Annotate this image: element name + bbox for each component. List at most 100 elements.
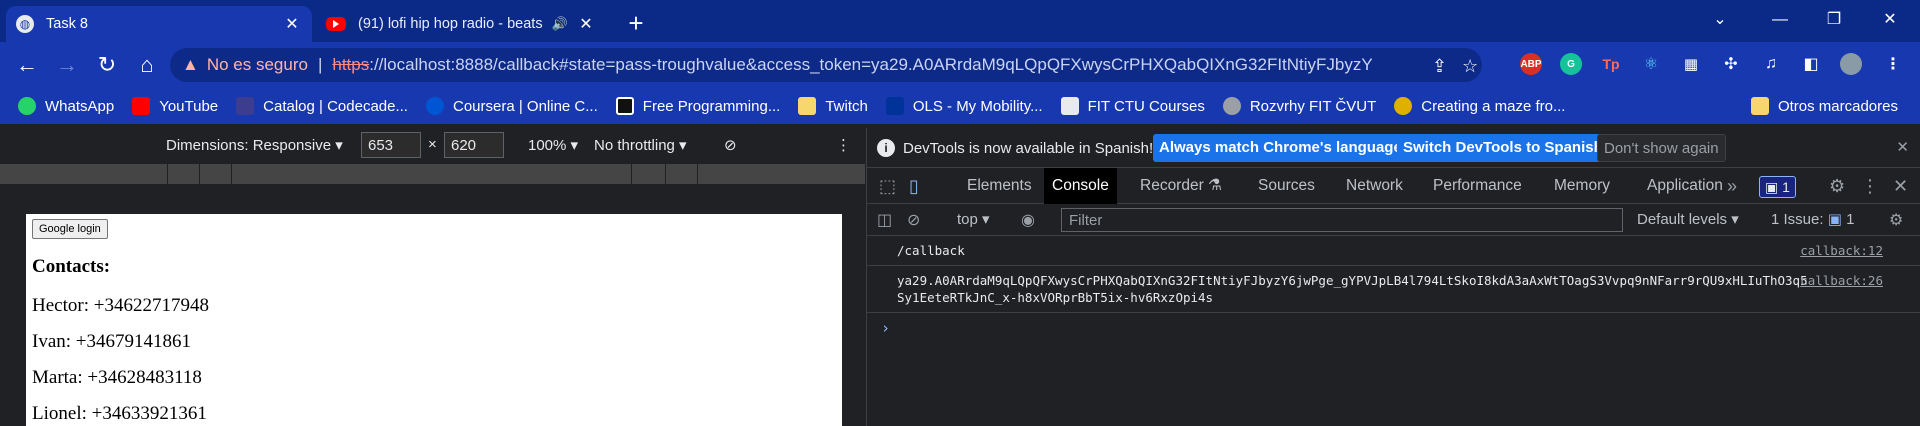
console-toolbar: ◫ ⊘ top ▾ ◉ Filter Default levels ▾ 1 Is… xyxy=(867,204,1920,236)
browser-tab-task8[interactable]: ◍ Task 8 ✕ xyxy=(6,6,312,42)
forward-button[interactable]: → xyxy=(52,50,82,80)
log-levels-dropdown[interactable]: Default levels ▾ xyxy=(1637,210,1739,228)
zoom-dropdown[interactable]: 100% ▾ xyxy=(528,136,578,154)
home-button[interactable]: ⌂ xyxy=(132,50,162,80)
tp-extension-icon[interactable]: Tp xyxy=(1600,53,1622,75)
profile-avatar[interactable] xyxy=(1840,53,1862,75)
maze-site-icon xyxy=(1394,97,1413,115)
bookmark-other[interactable]: Otros marcadores xyxy=(1750,88,1898,124)
clear-console-icon[interactable]: ⊘ xyxy=(907,210,920,230)
console-prompt[interactable]: › xyxy=(867,313,1920,343)
url-scheme: https xyxy=(332,55,370,74)
switch-to-spanish-button[interactable]: Switch DevTools to Spanish xyxy=(1397,134,1609,162)
settings-gear-icon[interactable]: ⚙ xyxy=(1829,176,1845,197)
tab-performance[interactable]: Performance xyxy=(1425,168,1530,204)
new-tab-button[interactable]: + xyxy=(620,8,652,40)
bookmark-star-icon[interactable]: ☆ xyxy=(1462,56,1478,77)
more-options-icon[interactable]: ⋮ xyxy=(836,136,851,154)
contact-item: Hector: +34622717948 xyxy=(32,295,209,316)
width-input[interactable]: 653 xyxy=(361,132,421,158)
contact-item: Lionel: +34633921361 xyxy=(32,403,207,424)
back-button[interactable]: ← xyxy=(12,50,42,80)
context-dropdown[interactable]: top ▾ xyxy=(957,210,990,228)
address-bar[interactable]: ▲ No es seguro | https://localhost:8888/… xyxy=(170,48,1482,82)
devtools-menu-icon[interactable]: ⋮ xyxy=(1861,176,1879,197)
reload-button[interactable]: ↻ xyxy=(92,50,122,80)
share-icon[interactable]: ⇪ xyxy=(1432,56,1447,77)
close-icon[interactable]: ✕ xyxy=(282,14,302,34)
bookmark-youtube[interactable]: YouTube xyxy=(132,97,218,115)
contact-item: Marta: +34628483118 xyxy=(32,367,202,388)
extensions-puzzle-icon[interactable]: ✣ xyxy=(1720,53,1742,75)
messages-badge[interactable]: ▣ 1 xyxy=(1759,176,1796,198)
browser-tab-lofi[interactable]: (91) lofi hip hop radio - beats 🔊 ✕ xyxy=(316,6,606,42)
google-login-button[interactable]: Google login xyxy=(32,219,108,239)
restore-button[interactable]: ❐ xyxy=(1806,0,1862,40)
bookmark-twitch[interactable]: Twitch xyxy=(798,97,868,115)
bookmark-fit-ctu[interactable]: FIT CTU Courses xyxy=(1060,97,1205,115)
close-icon[interactable]: ✕ xyxy=(1896,138,1909,156)
minimize-button[interactable]: — xyxy=(1752,0,1808,40)
speaker-icon[interactable]: 🔊 xyxy=(552,16,568,32)
warning-icon[interactable]: ▲ xyxy=(182,55,199,75)
book-icon xyxy=(1060,97,1079,115)
source-link[interactable]: callback:26 xyxy=(1800,272,1883,289)
tab-application[interactable]: Application xyxy=(1639,168,1731,204)
bookmark-ols[interactable]: OLS - My Mobility... xyxy=(885,97,1043,115)
infobar-message: DevTools is now available in Spanish! xyxy=(903,140,1154,157)
source-link[interactable]: callback:12 xyxy=(1800,242,1883,259)
tab-sources[interactable]: Sources xyxy=(1250,168,1323,204)
language-infobar: i DevTools is now available in Spanish! … xyxy=(867,128,1920,168)
height-input[interactable]: 620 xyxy=(444,132,504,158)
sheet-extension-icon[interactable]: ▦ xyxy=(1680,53,1702,75)
bookmark-free-programming[interactable]: Free Programming... xyxy=(615,97,780,115)
rotate-icon[interactable]: ⊘ xyxy=(724,136,737,154)
browser-menu-icon[interactable]: ⋮ xyxy=(1882,53,1904,75)
window-close-button[interactable]: ✕ xyxy=(1862,0,1918,40)
tab-memory[interactable]: Memory xyxy=(1546,168,1618,204)
dimensions-dropdown[interactable]: Dimensions: Responsive ▾ xyxy=(166,136,343,154)
dont-show-again-button[interactable]: Don't show again xyxy=(1597,134,1726,162)
url-text[interactable]: https://localhost:8888/callback#state=pa… xyxy=(332,55,1372,75)
globe-icon xyxy=(1222,97,1241,115)
contact-item: Ivan: +34679141861 xyxy=(32,331,192,352)
tab-elements[interactable]: Elements xyxy=(959,168,1040,204)
tab-recorder[interactable]: Recorder ⚗ xyxy=(1132,168,1230,204)
bookmark-maze[interactable]: Creating a maze fro... xyxy=(1394,97,1565,115)
more-tabs-chevron-icon[interactable]: » xyxy=(1727,176,1737,197)
tab-console[interactable]: Console xyxy=(1044,168,1117,204)
live-expression-eye-icon[interactable]: ◉ xyxy=(1021,210,1035,230)
flask-icon: ⚗ xyxy=(1208,177,1222,194)
devtools-panel: i DevTools is now available in Spanish! … xyxy=(866,128,1920,426)
bookmark-rozvrhy[interactable]: Rozvrhy FIT ČVUT xyxy=(1222,97,1376,115)
contacts-heading: Contacts: xyxy=(32,256,111,277)
bookmark-whatsapp[interactable]: WhatsApp xyxy=(18,97,114,115)
tab-title: (91) lofi hip hop radio - beats xyxy=(358,16,543,32)
device-toggle-icon[interactable]: ▯ xyxy=(909,176,919,197)
throttling-dropdown[interactable]: No throttling ▾ xyxy=(594,136,687,154)
close-icon[interactable]: ✕ xyxy=(576,14,596,34)
issues-button[interactable]: 1 Issue: ▣ 1 xyxy=(1771,210,1854,228)
youtube-icon xyxy=(132,97,151,115)
youtube-icon xyxy=(326,17,346,31)
freecodecamp-icon xyxy=(615,97,634,115)
bookmark-codecademy[interactable]: Catalog | Codecade... xyxy=(236,97,408,115)
grammarly-extension-icon[interactable]: G xyxy=(1560,53,1582,75)
console-settings-gear-icon[interactable]: ⚙ xyxy=(1889,210,1903,230)
not-secure-label[interactable]: No es seguro xyxy=(207,55,308,75)
sidebar-toggle-icon[interactable]: ◫ xyxy=(877,210,892,230)
inspect-element-icon[interactable]: ⬚ xyxy=(879,176,896,197)
always-match-language-button[interactable]: Always match Chrome's language xyxy=(1153,134,1408,162)
tab-title: Task 8 xyxy=(46,16,88,32)
media-query-bar[interactable] xyxy=(0,164,866,184)
media-control-icon[interactable]: ♫ xyxy=(1760,53,1782,75)
adblock-extension-icon[interactable]: ABP xyxy=(1520,53,1542,75)
devtools-close-icon[interactable]: ✕ xyxy=(1893,176,1908,197)
globe-icon: ◍ xyxy=(16,15,34,33)
console-filter-input[interactable]: Filter xyxy=(1061,208,1623,232)
bookmark-coursera[interactable]: Coursera | Online C... xyxy=(425,97,598,115)
tab-network[interactable]: Network xyxy=(1338,168,1411,204)
react-devtools-icon[interactable]: ⚛ xyxy=(1640,53,1662,75)
side-panel-icon[interactable]: ◧ xyxy=(1800,53,1822,75)
tab-search-chevron-icon[interactable]: ⌄ xyxy=(1692,0,1748,40)
